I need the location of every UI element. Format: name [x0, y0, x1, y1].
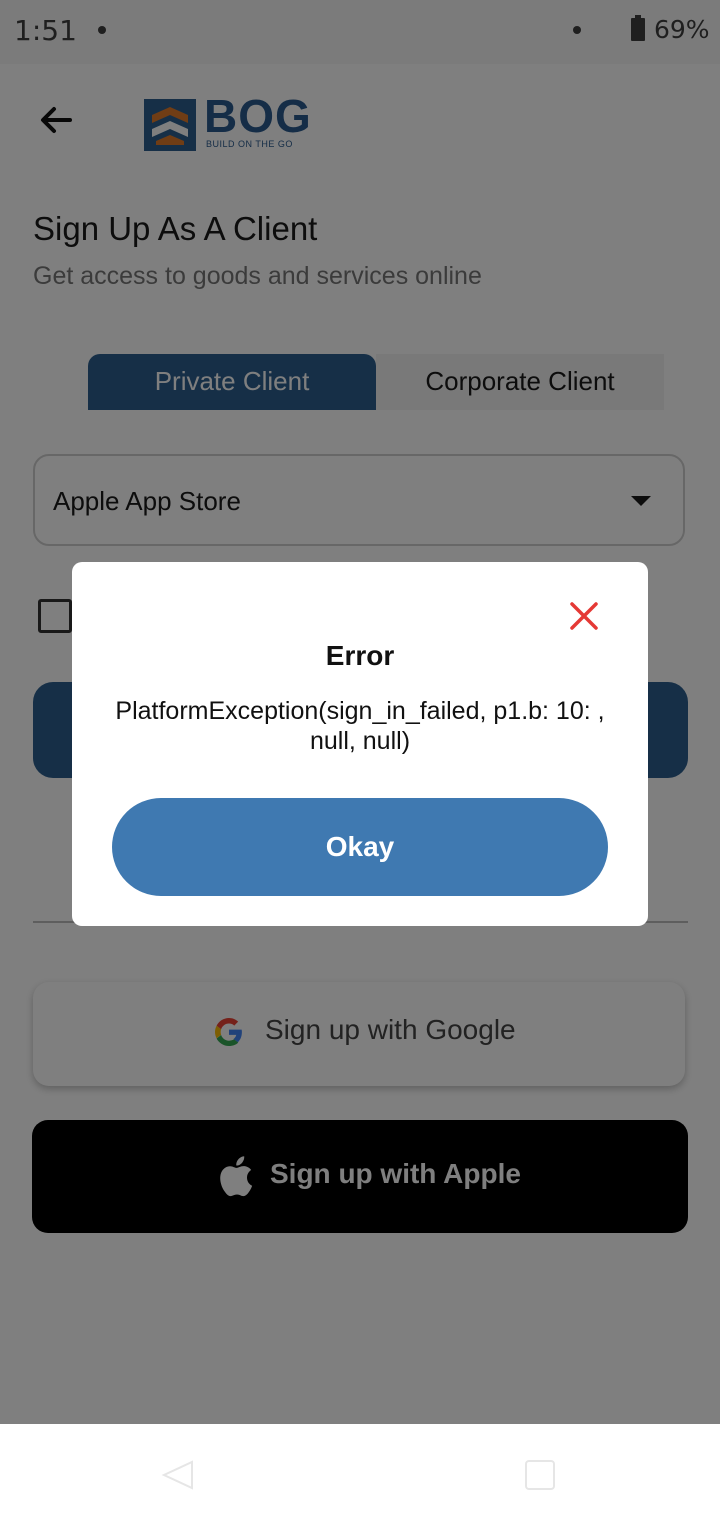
system-nav-bar	[0, 1424, 720, 1520]
nav-back-icon[interactable]	[160, 1460, 196, 1490]
notification-dot-icon	[98, 26, 106, 34]
status-time: 1:51	[14, 14, 77, 47]
close-icon[interactable]	[568, 600, 600, 632]
dialog-message: PlatformException(sign_in_failed, p1.b: …	[115, 697, 605, 755]
signal-dot-icon	[573, 26, 581, 34]
okay-button[interactable]: Okay	[112, 798, 608, 896]
status-bar: 1:51 69%	[0, 0, 720, 64]
battery-icon	[631, 15, 645, 41]
error-dialog: Error PlatformException(sign_in_failed, …	[72, 562, 648, 926]
nav-recents-icon[interactable]	[524, 1459, 556, 1491]
dialog-title: Error	[325, 640, 395, 671]
battery-percent: 69%	[654, 15, 710, 44]
